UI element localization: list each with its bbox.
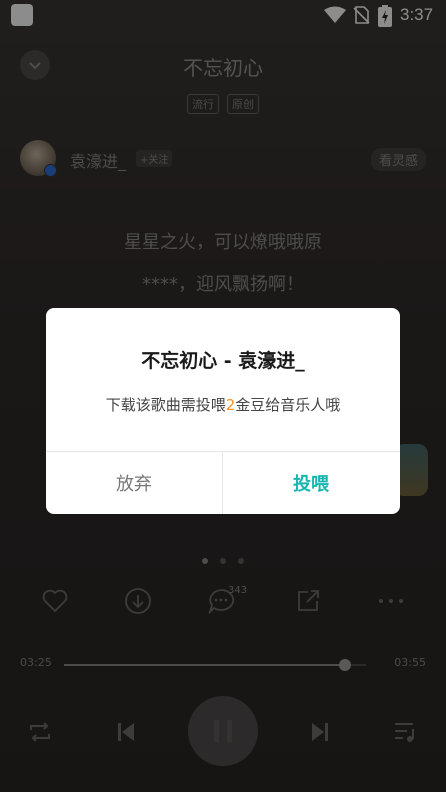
message-text: 金豆给音乐人哦 xyxy=(235,396,341,414)
dialog-title: 不忘初心 - 袁濠进_ xyxy=(141,350,305,372)
cancel-button[interactable]: 放弃 xyxy=(46,452,222,514)
dialog-message: 下载该歌曲需投喂2金豆给音乐人哦 xyxy=(46,394,400,415)
feed-confirm-button[interactable]: 投喂 xyxy=(223,452,399,514)
download-confirm-dialog: 不忘初心 - 袁濠进_ 下载该歌曲需投喂2金豆给音乐人哦 放弃 投喂 xyxy=(46,308,400,514)
message-text: 下载该歌曲需投喂 xyxy=(105,396,226,414)
coin-amount: 2 xyxy=(225,396,236,414)
